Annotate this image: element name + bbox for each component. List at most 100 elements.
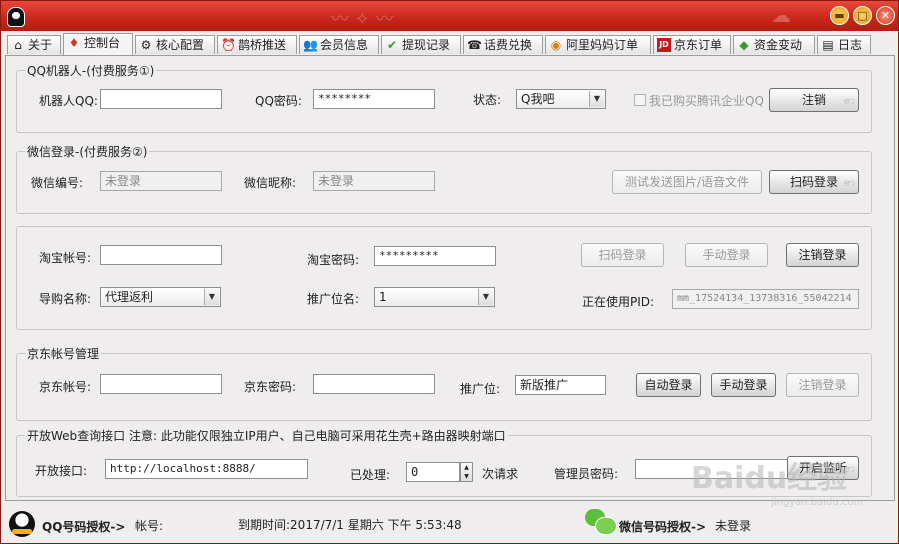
tab-label: 鹊桥推送 bbox=[238, 38, 287, 52]
tab-phone-credit[interactable]: ☎ 话费兑换 bbox=[463, 35, 543, 54]
port-input[interactable]: http://localhost:8888/ bbox=[105, 459, 308, 479]
spin-up-icon[interactable]: ▲ bbox=[464, 464, 469, 471]
spin-down-icon[interactable]: ▼ bbox=[464, 473, 469, 480]
tab-label: 话费兑换 bbox=[484, 38, 533, 52]
robot-qq-input[interactable] bbox=[100, 89, 222, 109]
tab-label: 提现记录 bbox=[402, 38, 451, 52]
swirl-decoration-icon: ꩦ bbox=[843, 93, 855, 107]
account-label: 帐号: bbox=[135, 519, 164, 533]
group-title: 开放Web查询接口 注意: 此功能仅限独立IP用户、自己电脑可采用花生壳+路由器… bbox=[25, 427, 508, 444]
qq-penguin-icon bbox=[9, 511, 35, 537]
button-label: 扫码登录 bbox=[789, 175, 838, 189]
chevron-down-icon[interactable]: ▼ bbox=[589, 91, 604, 107]
money-icon: ◆ bbox=[739, 38, 749, 52]
wechat-auth-label: 微信号码授权-> bbox=[619, 520, 707, 534]
status-select[interactable]: Q我吧 ▼ bbox=[516, 89, 606, 109]
tab-label: 京东订单 bbox=[674, 38, 723, 52]
tab-console[interactable]: ♦ 控制台 bbox=[63, 33, 133, 55]
jd-account-label: 京东帐号: bbox=[39, 380, 92, 394]
log-icon: ▤ bbox=[822, 38, 834, 52]
tab-alimama-orders[interactable]: ◉ 阿里妈妈订单 bbox=[545, 35, 651, 54]
jd-position-input[interactable]: 新版推广 bbox=[515, 375, 606, 395]
qq-password-input[interactable]: ******** bbox=[313, 89, 435, 109]
taobao-scan-login-button[interactable]: 扫码登录 bbox=[581, 243, 664, 267]
qq-robot-group: QQ机器人-(付费服务①) 机器人QQ: QQ密码: ******** 状态: … bbox=[16, 62, 872, 133]
chevron-down-icon[interactable]: ▼ bbox=[478, 289, 493, 305]
check-icon: ✔ bbox=[386, 38, 398, 52]
guide-name-value: 代理返利 bbox=[105, 290, 154, 304]
tab-member-info[interactable]: 👥 会员信息 bbox=[299, 35, 379, 54]
enterprise-qq-checkbox[interactable] bbox=[634, 94, 646, 106]
enterprise-qq-label: 我已购买腾讯企业QQ bbox=[649, 94, 764, 108]
alarm-clock-icon: ⏰ bbox=[221, 38, 236, 52]
jd-password-input[interactable] bbox=[313, 374, 435, 394]
chevron-down-icon[interactable]: ▼ bbox=[204, 289, 219, 305]
taobao-password-input[interactable]: ********* bbox=[374, 246, 496, 266]
wechat-id-input[interactable]: 未登录 bbox=[100, 171, 222, 191]
position-name-label: 推广位名: bbox=[307, 292, 360, 306]
users-icon: 👥 bbox=[303, 38, 318, 52]
tab-jd-orders[interactable]: JD 京东订单 bbox=[653, 35, 731, 54]
wechat-id-label: 微信编号: bbox=[31, 176, 84, 190]
taobao-manual-login-button[interactable]: 手动登录 bbox=[685, 243, 768, 267]
port-label: 开放接口: bbox=[35, 464, 88, 478]
jd-auto-login-button[interactable]: 自动登录 bbox=[636, 373, 701, 397]
tab-bar: ⌂ 关于 ♦ 控制台 ⚙ 核心配置 ⏰ 鹊桥推送 👥 会员信息 ✔ 提现记录 ☎ 话费兑换 ◉… bbox=[5, 33, 895, 55]
tab-core-config[interactable]: ⚙ 核心配置 bbox=[135, 35, 215, 54]
position-name-value: 1 bbox=[379, 290, 387, 304]
taobao-password-label: 淘宝密码: bbox=[307, 253, 360, 267]
tab-log[interactable]: ▤ 日志 bbox=[817, 35, 871, 54]
phone-icon: ☎ bbox=[467, 38, 482, 52]
title-bar[interactable]: 〰 ✧ 〰 ☁ ▬ □ ✕ bbox=[1, 1, 898, 31]
tab-fund-changes[interactable]: ◆ 资金变动 bbox=[733, 35, 815, 54]
taobao-account-label: 淘宝帐号: bbox=[39, 251, 92, 265]
taobao-logout-button[interactable]: 注销登录 bbox=[786, 243, 859, 267]
tab-label: 关于 bbox=[28, 38, 53, 52]
button-label: 注销 bbox=[801, 93, 826, 107]
wechat-icon bbox=[585, 509, 617, 535]
close-button[interactable]: ✕ bbox=[876, 6, 895, 25]
tab-label: 资金变动 bbox=[754, 38, 803, 52]
status-bar: QQ号码授权-> 帐号: 到期时间:2017/7/1 星期六 下午 5:53:4… bbox=[1, 504, 898, 543]
qq-logout-button[interactable]: 注销 ꩦ bbox=[769, 88, 859, 112]
group-title: QQ机器人-(付费服务①) bbox=[25, 62, 157, 79]
position-name-select[interactable]: 1 ▼ bbox=[374, 287, 495, 307]
wechat-nick-label: 微信昵称: bbox=[244, 176, 297, 190]
taobao-account-input[interactable] bbox=[100, 245, 222, 265]
processed-spinner[interactable]: ▲ ▼ bbox=[460, 462, 473, 482]
processed-unit-label: 次请求 bbox=[482, 467, 519, 481]
qq-auth-label: QQ号码授权-> bbox=[42, 520, 126, 534]
wechat-nick-input[interactable]: 未登录 bbox=[313, 171, 435, 191]
pid-label: 正在使用PID: bbox=[582, 295, 655, 309]
tab-label: 日志 bbox=[838, 38, 863, 52]
tab-withdraw-records[interactable]: ✔ 提现记录 bbox=[381, 35, 461, 54]
tab-queqiao-push[interactable]: ⏰ 鹊桥推送 bbox=[217, 35, 297, 54]
processed-count-input[interactable]: 0 bbox=[406, 462, 460, 482]
title-decoration-right: ☁ bbox=[771, 3, 791, 27]
maximize-button[interactable]: □ bbox=[853, 6, 872, 25]
qq-penguin-icon bbox=[7, 7, 25, 27]
tab-label: 控制台 bbox=[84, 36, 121, 50]
jd-password-label: 京东密码: bbox=[244, 380, 297, 394]
pid-input[interactable]: mm_17524134_13738316_55042214 bbox=[672, 289, 859, 309]
baidu-watermark-url: jingyan.baidu.com bbox=[771, 497, 864, 508]
jd-logout-button[interactable]: 注销登录 bbox=[786, 373, 859, 397]
jd-account-input[interactable] bbox=[100, 374, 222, 394]
tab-label: 核心配置 bbox=[156, 38, 205, 52]
wechat-scan-login-button[interactable]: 扫码登录 ꩦ bbox=[769, 170, 859, 194]
alimama-icon: ◉ bbox=[550, 38, 562, 52]
wechat-login-group: 微信登录-(付费服务②) 微信编号: 未登录 微信昵称: 未登录 测试发送图片/… bbox=[16, 143, 872, 214]
guide-name-select[interactable]: 代理返利 ▼ bbox=[100, 287, 221, 307]
jd-account-group: 京东帐号管理 京东帐号: 京东密码: 推广位: 新版推广 自动登录 手动登录 注… bbox=[16, 345, 872, 421]
guide-name-label: 导购名称: bbox=[39, 292, 92, 306]
test-send-button[interactable]: 测试发送图片/语音文件 bbox=[612, 170, 762, 194]
tab-label: 阿里妈妈订单 bbox=[566, 38, 639, 52]
shield-icon: ♦ bbox=[68, 36, 80, 50]
jd-manual-login-button[interactable]: 手动登录 bbox=[711, 373, 776, 397]
group-title: 京东帐号管理 bbox=[25, 345, 102, 362]
status-value: Q我吧 bbox=[521, 92, 555, 106]
app-window: 〰 ✧ 〰 ☁ ▬ □ ✕ ⌂ 关于 ♦ 控制台 ⚙ 核心配置 ⏰ 鹊桥推送 👥 会员信息… bbox=[0, 0, 899, 544]
tab-about[interactable]: ⌂ 关于 bbox=[7, 35, 61, 54]
tab-label: 会员信息 bbox=[320, 38, 369, 52]
minimize-button[interactable]: ▬ bbox=[830, 6, 849, 25]
